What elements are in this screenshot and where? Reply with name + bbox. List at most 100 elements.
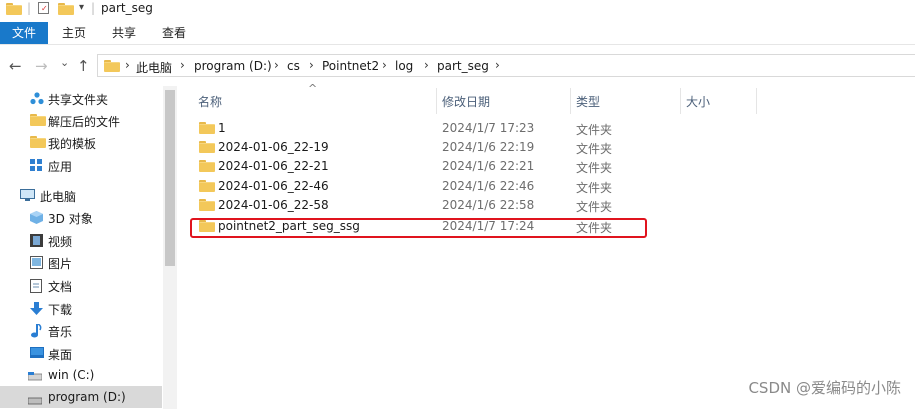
- sidebar-item-shared-folder[interactable]: 共享文件夹: [0, 87, 162, 109]
- video-icon: [30, 234, 43, 247]
- breadcrumb-cs[interactable]: cs: [287, 59, 300, 73]
- new-folder-icon[interactable]: [58, 3, 74, 15]
- folder-icon: [104, 60, 120, 72]
- tab-home[interactable]: 主页: [50, 22, 98, 44]
- file-name: 2024-01-06_22-21: [218, 159, 329, 173]
- sidebar-item-documents[interactable]: 文档: [0, 274, 162, 296]
- file-row[interactable]: 2024-01-06_22-19 2024/1/6 22:19 文件夹: [188, 138, 728, 157]
- sidebar-scrollbar-thumb[interactable]: [165, 90, 175, 266]
- column-divider[interactable]: [436, 88, 437, 114]
- file-modified: 2024/1/6 22:58: [442, 198, 535, 212]
- column-divider[interactable]: [570, 88, 571, 114]
- drive-icon: [27, 394, 43, 406]
- breadcrumb-separator: ›: [180, 58, 185, 72]
- sidebar-item-this-pc[interactable]: 此电脑: [0, 184, 162, 206]
- file-name: 2024-01-06_22-19: [218, 140, 329, 154]
- file-modified: 2024/1/7 17:23: [442, 121, 535, 135]
- sidebar-item-label: 音乐: [48, 325, 73, 339]
- recent-locations-button[interactable]: ⌄: [60, 55, 69, 71]
- folder-icon: [30, 114, 46, 126]
- column-divider[interactable]: [756, 88, 757, 114]
- sidebar-item-label: 文档: [48, 280, 73, 294]
- title-separator: |: [27, 1, 32, 15]
- sidebar-item-videos[interactable]: 视频: [0, 229, 162, 251]
- navigation-bar: ← → ⌄ ↑ › 此电脑 › program (D:) › cs › Poin…: [0, 50, 915, 82]
- title-bar: | ✓ ▾ | part_seg: [0, 0, 915, 18]
- breadcrumb-program-d[interactable]: program (D:): [194, 59, 272, 73]
- breadcrumb-separator: ›: [274, 58, 279, 72]
- forward-button[interactable]: →: [35, 58, 48, 74]
- column-header-size[interactable]: 大小: [686, 93, 710, 110]
- folder-icon: [30, 136, 46, 148]
- sidebar-item-3d-objects[interactable]: 3D 对象: [0, 206, 162, 228]
- properties-icon[interactable]: ✓: [38, 2, 49, 14]
- file-row[interactable]: 2024-01-06_22-21 2024/1/6 22:21 文件夹: [188, 157, 728, 176]
- ribbon: 文件 主页 共享 查看: [0, 22, 915, 45]
- share-folder-icon: [30, 92, 44, 105]
- file-modified: 2024/1/6 22:19: [442, 140, 535, 154]
- up-button[interactable]: ↑: [77, 58, 90, 74]
- sidebar-item-drive-c[interactable]: win (C:): [0, 364, 162, 386]
- breadcrumb-this-pc[interactable]: 此电脑: [136, 59, 172, 76]
- document-icon: [30, 279, 43, 293]
- sidebar-item-label: 3D 对象: [48, 212, 93, 226]
- column-header-modified[interactable]: 修改日期: [442, 93, 490, 110]
- sidebar-item-label: 此电脑: [40, 190, 77, 204]
- sidebar-item-label: 下载: [48, 303, 73, 317]
- window-title: part_seg: [101, 1, 153, 15]
- sidebar-item-label: program (D:): [48, 390, 126, 404]
- file-name: 1: [218, 121, 226, 135]
- sidebar-item-label: 视频: [48, 235, 73, 249]
- sidebar-item-drive-d[interactable]: program (D:): [0, 386, 162, 408]
- sidebar-item-apps[interactable]: 应用: [0, 154, 162, 176]
- navigation-pane: 共享文件夹 解压后的文件 我的模板 应用 此电脑 3D 对象 视频 图片 文档 …: [0, 82, 177, 409]
- folder-icon: [199, 160, 215, 172]
- sidebar-item-music[interactable]: 音乐: [0, 319, 162, 341]
- sidebar-item-pictures[interactable]: 图片: [0, 251, 162, 273]
- folder-icon: [199, 141, 215, 153]
- column-divider[interactable]: [680, 88, 681, 114]
- download-icon: [30, 302, 43, 315]
- back-button[interactable]: ←: [9, 58, 22, 74]
- sort-ascending-icon: ^: [308, 82, 318, 95]
- sidebar-item-label: 解压后的文件: [48, 115, 121, 129]
- breadcrumb-log[interactable]: log: [395, 59, 413, 73]
- breadcrumb-pointnet2[interactable]: Pointnet2: [322, 59, 379, 73]
- cube-icon: [30, 211, 43, 224]
- tab-file[interactable]: 文件: [0, 22, 48, 44]
- column-header-type[interactable]: 类型: [576, 93, 600, 110]
- sidebar-item-my-templates[interactable]: 我的模板: [0, 131, 162, 153]
- quick-access-dropdown-icon[interactable]: ▾: [79, 2, 84, 13]
- file-list: ^ 名称 修改日期 类型 大小 1 2024/1/7 17:23 文件夹 202…: [188, 82, 915, 409]
- sidebar-item-extracted-files[interactable]: 解压后的文件: [0, 109, 162, 131]
- column-header-name[interactable]: 名称: [198, 93, 222, 110]
- file-name: 2024-01-06_22-46: [218, 179, 329, 193]
- sidebar-item-downloads[interactable]: 下载: [0, 297, 162, 319]
- highlight-box: [190, 218, 647, 238]
- desktop-icon: [30, 347, 44, 359]
- sidebar-item-label: 我的模板: [48, 137, 97, 151]
- sidebar-item-label: 应用: [48, 160, 73, 174]
- address-bar[interactable]: › 此电脑 › program (D:) › cs › Pointnet2 › …: [97, 54, 915, 77]
- computer-icon: [20, 189, 35, 201]
- tab-view[interactable]: 查看: [150, 22, 198, 44]
- file-row[interactable]: 2024-01-06_22-46 2024/1/6 22:46 文件夹: [188, 177, 728, 196]
- folder-icon: [199, 199, 215, 211]
- sidebar-item-label: win (C:): [48, 368, 95, 382]
- tab-share[interactable]: 共享: [100, 22, 148, 44]
- breadcrumb-separator: ›: [125, 58, 130, 72]
- file-type: 文件夹: [576, 142, 613, 156]
- breadcrumb-separator: ›: [382, 58, 387, 72]
- file-row[interactable]: 2024-01-06_22-58 2024/1/6 22:58 文件夹: [188, 196, 728, 215]
- file-modified: 2024/1/6 22:21: [442, 159, 535, 173]
- file-row[interactable]: 1 2024/1/7 17:23 文件夹: [188, 119, 728, 138]
- music-icon: [30, 323, 43, 338]
- drive-icon: [27, 371, 43, 383]
- breadcrumb-separator: ›: [309, 58, 314, 72]
- breadcrumb-part-seg[interactable]: part_seg: [437, 59, 489, 73]
- breadcrumb-separator: ›: [495, 58, 500, 72]
- pictures-icon: [30, 256, 43, 269]
- watermark: CSDN @爱编码的小陈: [748, 379, 901, 397]
- sidebar-item-desktop[interactable]: 桌面: [0, 342, 162, 364]
- file-type: 文件夹: [576, 181, 613, 195]
